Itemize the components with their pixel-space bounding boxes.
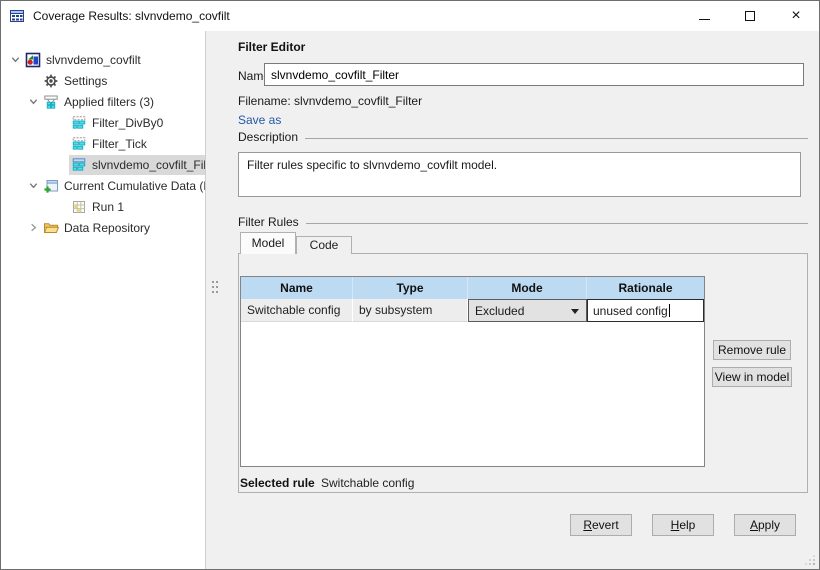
tree-item-filter-divby0[interactable]: Filter_DivBy0 [1,112,205,133]
tree-item-label: slvnvdemo_covfilt [46,53,141,67]
panel-splitter[interactable] [205,31,223,569]
tab-code[interactable]: Code [296,236,352,254]
tree-item-filter-tick[interactable]: Filter_Tick [1,133,205,154]
applied-filters-icon [43,94,59,110]
tree-item-settings[interactable]: Settings [1,70,205,91]
group-divider [305,138,808,139]
chevron-spacer [53,115,69,131]
chevron-spacer [25,73,41,89]
tree-item-label: Applied filters (3) [64,95,154,109]
maximize-button[interactable] [727,1,773,31]
page-title: Filter Editor [238,40,305,54]
revert-button[interactable]: Revert [570,514,632,536]
rationale-input[interactable]: unused config [587,299,704,322]
table-row[interactable]: Switchable config by subsystem Excluded … [241,299,704,322]
chevron-spacer [53,157,69,173]
tree-item-label: Data Repository [64,221,150,235]
column-header-rationale[interactable]: Rationale [587,277,704,299]
coverage-results-icon [9,8,25,24]
minimize-icon [699,19,710,20]
tab-model[interactable]: Model [240,232,296,254]
model-icon [25,52,41,68]
minimize-button[interactable] [681,1,727,31]
description-group-header: Description [238,130,808,144]
selected-rule-value: Switchable config [321,476,414,490]
chevron-spacer [53,199,69,215]
main-area: slvnvdemo_covfilt Settings [1,31,819,569]
close-icon: × [791,8,800,24]
name-input[interactable] [264,63,804,86]
coverage-results-window: Coverage Results: slvnvdemo_covfilt × [0,0,820,570]
window-controls: × [681,1,819,31]
text-caret [669,304,670,317]
filter-icon [71,157,87,173]
tree-item-label: Settings [64,74,107,88]
rule-type-cell[interactable]: by subsystem [353,299,468,322]
resize-grip-icon[interactable] [813,563,815,565]
tree-item-applied-filters[interactable]: Applied filters (3) [1,91,205,112]
selected-rule-label: Selected rule [240,476,315,490]
tree-item-run-1[interactable]: Run 1 [1,196,205,217]
chevron-down-icon[interactable] [25,94,41,110]
description-label: Description [238,130,298,144]
view-in-model-button[interactable]: View in model [712,367,792,387]
tree-item-cumulative-data[interactable]: Current Cumulative Data (H) [1,175,205,196]
folder-icon [43,220,59,236]
group-divider [306,223,808,224]
mode-dropdown-value: Excluded [475,304,524,318]
run-icon [71,199,87,215]
column-header-type[interactable]: Type [353,277,468,299]
chevron-down-icon[interactable] [7,52,23,68]
filter-editor-panel: Filter Editor Name Filename: slvnvdemo_c… [223,31,819,569]
title-bar: Coverage Results: slvnvdemo_covfilt × [1,1,819,31]
chevron-right-icon[interactable] [25,220,41,236]
apply-button[interactable]: Apply [734,514,796,536]
tree-item-label: Run 1 [92,200,124,214]
description-textarea[interactable]: Filter rules specific to slvnvdemo_covfi… [238,152,801,197]
description-text: Filter rules specific to slvnvdemo_covfi… [247,158,497,172]
tree-item-model[interactable]: slvnvdemo_covfilt [1,49,205,70]
maximize-icon [745,11,755,21]
column-header-mode[interactable]: Mode [468,277,587,299]
filter-icon [71,136,87,152]
tree-item-label: Filter_Tick [92,137,147,151]
table-header-row: Name Type Mode Rationale [241,277,704,299]
chevron-spacer [53,136,69,152]
mode-dropdown[interactable]: Excluded [468,299,587,322]
cumulative-data-icon [43,178,59,194]
chevron-down-icon [571,309,579,314]
tree-item-data-repository[interactable]: Data Repository [1,217,205,238]
tree-item-label: Filter_DivBy0 [92,116,163,130]
close-button[interactable]: × [773,1,819,31]
filename-text: Filename: slvnvdemo_covfilt_Filter [238,94,422,108]
rationale-text: unused config [593,304,668,318]
gear-icon [43,73,59,89]
rule-name-cell[interactable]: Switchable config [241,299,353,322]
remove-rule-button[interactable]: Remove rule [713,340,791,360]
filter-rules-label: Filter Rules [238,215,299,229]
filter-rules-group-header: Filter Rules [238,215,808,229]
help-button[interactable]: Help [652,514,714,536]
window-title: Coverage Results: slvnvdemo_covfilt [33,9,230,23]
tree-item-label: slvnvdemo_covfilt_Filter [92,158,220,172]
splitter-grip-icon [212,281,214,283]
save-as-link[interactable]: Save as [238,113,281,127]
chevron-down-icon[interactable] [25,178,41,194]
tree-item-covfilt-filter-selected[interactable]: slvnvdemo_covfilt_Filter [1,154,205,175]
column-header-name[interactable]: Name [241,277,353,299]
filter-icon [71,115,87,131]
tree-item-label: Current Cumulative Data (H) [64,179,216,193]
results-tree: slvnvdemo_covfilt Settings [1,31,205,569]
filter-rules-table: Name Type Mode Rationale Switchable conf… [240,276,705,467]
